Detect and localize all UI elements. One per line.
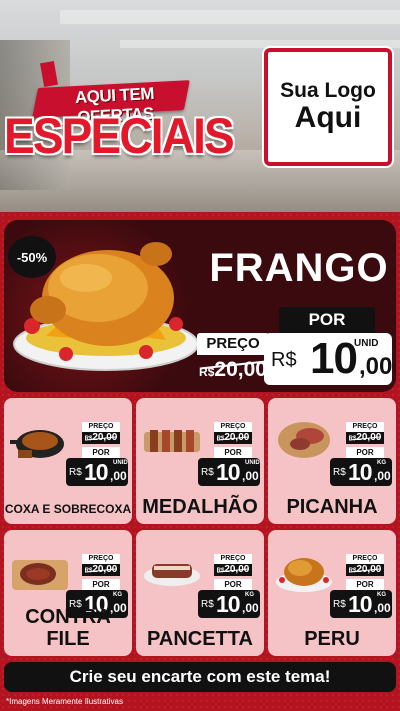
old-price-label: PREÇO <box>214 422 252 432</box>
picanha-board-icon <box>278 422 330 458</box>
new-price-decimal: ,00 <box>110 469 127 483</box>
new-price-decimal: ,00 <box>359 353 393 380</box>
unit-label: UNID <box>245 460 260 466</box>
new-price-label: POR <box>279 307 375 333</box>
old-price: R$20,00 <box>82 432 120 444</box>
old-price-label: PREÇO <box>82 554 120 564</box>
page-title: ESPECIAIS <box>4 108 235 164</box>
new-price: R$ 10 KG ,00 <box>330 590 392 618</box>
new-price-decimal: ,00 <box>374 469 391 483</box>
new-price-integer: 10 <box>84 459 109 485</box>
product-name: PICANHA <box>286 496 378 518</box>
new-price-label: POR <box>82 447 120 458</box>
old-price-label: PREÇO <box>214 554 252 564</box>
product-name: COXA E SOBRECOXA <box>4 502 132 516</box>
product-name: PERU <box>304 628 360 650</box>
new-price: R$ 10 UNID ,00 <box>66 458 128 486</box>
unit-label: KG <box>113 592 122 598</box>
new-price-label: POR <box>346 579 384 590</box>
footnote: *Imagens Meramente Ilustrativas <box>6 697 123 706</box>
unit-label: KG <box>377 460 386 466</box>
old-price: R$20,00 <box>346 432 384 444</box>
new-price-currency: R$ <box>333 467 346 478</box>
old-price-label: PREÇO <box>346 554 384 564</box>
new-price-label: POR <box>214 447 252 458</box>
old-price: R$20,00 <box>346 564 384 576</box>
ceiling-light <box>120 40 400 48</box>
new-price-decimal: ,00 <box>374 601 391 615</box>
new-price: R$ 10 UNID ,00 <box>264 333 392 385</box>
old-price-label: PREÇO <box>346 422 384 432</box>
new-price-decimal: ,00 <box>242 601 259 615</box>
new-price-currency: R$ <box>271 349 297 371</box>
discount-badge: -50% <box>8 236 56 278</box>
cta-button[interactable]: Crie seu encarte com este tema! <box>4 662 396 692</box>
ceiling-light <box>60 10 400 24</box>
steak-board-icon <box>12 560 68 590</box>
new-price-label: POR <box>82 579 120 590</box>
new-price-currency: R$ <box>201 599 214 610</box>
old-price: R$20,00 <box>214 432 252 444</box>
new-price: R$ 10 UNID ,00 <box>198 458 260 486</box>
unit-label: KG <box>245 592 254 598</box>
chicken-pan-icon <box>10 430 64 458</box>
pancetta-icon <box>144 564 200 586</box>
unit-label: UNID <box>354 338 379 349</box>
product-name: PANCETTA <box>147 628 253 650</box>
new-price-currency: R$ <box>201 467 214 478</box>
new-price: R$ 10 KG ,00 <box>330 458 392 486</box>
new-price-currency: R$ <box>333 599 346 610</box>
roast-turkey-icon <box>276 558 332 592</box>
product-card[interactable]: PREÇOR$20,00 PORR$10 UNID ,00 MEDALHÃO <box>136 398 264 524</box>
product-name: CONTRA FILE <box>25 606 111 650</box>
new-price-integer: 10 <box>310 334 358 383</box>
product-card[interactable]: PREÇOR$20,00 PORR$10 KG ,00 PICANHA <box>268 398 396 524</box>
new-price-currency: R$ <box>69 467 82 478</box>
new-price-decimal: ,00 <box>242 469 259 483</box>
old-price: R$20,00 <box>214 564 252 576</box>
old-price: R$20,00 <box>82 564 120 576</box>
product-name: MEDALHÃO <box>142 496 258 518</box>
old-price-label: PREÇO <box>197 333 269 355</box>
new-price-integer: 10 <box>348 459 373 485</box>
logo-line-2: Aqui <box>294 101 362 135</box>
unit-label: KG <box>377 592 386 598</box>
featured-product-name: FRANGO <box>209 246 389 290</box>
new-price-label: POR <box>214 579 252 590</box>
product-card[interactable]: PREÇOR$20,00PORR$10KG,00CONTRA FILE <box>4 530 132 656</box>
skewers-icon <box>144 430 200 452</box>
new-price-integer: 10 <box>216 591 241 617</box>
unit-label: UNID <box>113 460 128 466</box>
old-price: R$20,00 <box>197 355 269 385</box>
old-price-label: PREÇO <box>82 422 120 432</box>
new-price-label: POR <box>346 447 384 458</box>
new-price-integer: 10 <box>348 591 373 617</box>
product-card[interactable]: PREÇOR$20,00 PORR$10 UNID ,00 COXA E SOBRECO… <box>4 398 132 524</box>
new-price: R$ 10 KG ,00 <box>198 590 260 618</box>
logo-line-1: Sua Logo <box>280 79 376 103</box>
product-card[interactable]: PREÇOR$20,00 PORR$10 KG ,00 PANCETTA <box>136 530 264 656</box>
logo-placeholder[interactable]: Sua Logo Aqui <box>264 48 392 166</box>
product-card[interactable]: PREÇOR$20,00 PORR$10 KG ,00 PERU <box>268 530 396 656</box>
new-price-integer: 10 <box>216 459 241 485</box>
